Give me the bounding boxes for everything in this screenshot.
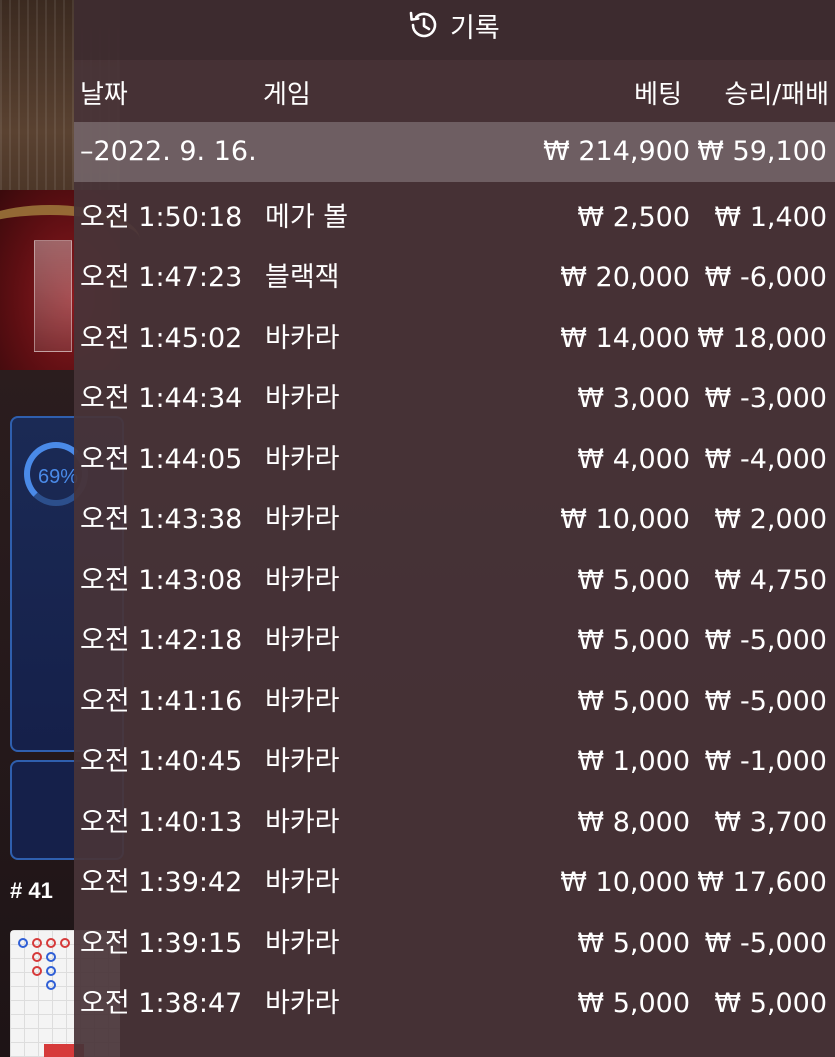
row-game: 바카라 xyxy=(265,928,340,959)
row-time: 오전 1:43:08 xyxy=(80,565,243,596)
row-bet: ₩ 20,000 xyxy=(560,262,690,293)
road-marker xyxy=(32,938,42,948)
row-game: 바카라 xyxy=(265,383,340,414)
column-header-game: 게임 xyxy=(263,80,311,110)
row-win-loss: ₩ 5,000 xyxy=(714,988,827,1019)
history-row[interactable]: 오전 1:44:05 바카라 ₩ 4,000 ₩ -4,000 xyxy=(74,430,835,490)
history-row[interactable]: 오전 1:39:15 바카라 ₩ 5,000 ₩ -5,000 xyxy=(74,914,835,974)
row-win-loss: ₩ -1,000 xyxy=(704,746,827,777)
row-time: 오전 1:47:23 xyxy=(80,262,243,293)
row-win-loss: ₩ -5,000 xyxy=(704,928,827,959)
row-game: 바카라 xyxy=(265,867,340,898)
row-bet: ₩ 2,500 xyxy=(577,202,690,233)
row-time: 오전 1:45:02 xyxy=(80,323,243,354)
history-row[interactable]: 오전 1:40:13 바카라 ₩ 8,000 ₩ 3,700 xyxy=(74,793,835,853)
card-shoe xyxy=(34,240,72,352)
row-bet: ₩ 4,000 xyxy=(577,444,690,475)
road-marker xyxy=(46,966,56,976)
column-header-date: 날짜 xyxy=(80,80,128,110)
column-header-win-loss: 승리/패배 xyxy=(724,80,829,110)
row-time: 오전 1:44:05 xyxy=(80,444,243,475)
history-title: 기록 xyxy=(406,8,500,44)
round-number: # 41 xyxy=(10,878,53,903)
history-row[interactable]: 오전 1:40:45 바카라 ₩ 1,000 ₩ -1,000 xyxy=(74,732,835,792)
row-win-loss: ₩ 1,400 xyxy=(714,202,827,233)
row-time: 오전 1:38:47 xyxy=(80,988,243,1019)
row-game: 바카라 xyxy=(265,625,340,656)
row-time: 오전 1:43:38 xyxy=(80,504,243,535)
row-bet: ₩ 8,000 xyxy=(577,807,690,838)
row-time: 오전 1:39:15 xyxy=(80,928,243,959)
row-win-loss: ₩ -3,000 xyxy=(704,383,827,414)
history-row[interactable]: 오전 1:43:38 바카라 ₩ 10,000 ₩ 2,000 xyxy=(74,490,835,550)
row-win-loss: ₩ -6,000 xyxy=(704,262,827,293)
row-game: 바카라 xyxy=(265,807,340,838)
road-marker xyxy=(60,938,70,948)
row-time: 오전 1:39:42 xyxy=(80,867,243,898)
row-game: 블랙잭 xyxy=(265,262,340,293)
row-bet: ₩ 5,000 xyxy=(577,686,690,717)
history-row[interactable]: 오전 1:42:18 바카라 ₩ 5,000 ₩ -5,000 xyxy=(74,611,835,671)
row-bet: ₩ 1,000 xyxy=(577,746,690,777)
row-bet: ₩ 3,000 xyxy=(577,383,690,414)
row-win-loss: ₩ -4,000 xyxy=(704,444,827,475)
row-bet: ₩ 5,000 xyxy=(577,565,690,596)
history-panel: 기록 날짜 게임 베팅 승리/패배 –2022. 9. 16. ₩ 214,90… xyxy=(74,0,835,1057)
history-header: 기록 xyxy=(74,0,835,60)
history-title-text: 기록 xyxy=(450,12,500,44)
road-marker xyxy=(46,952,56,962)
row-win-loss: ₩ 2,000 xyxy=(714,504,827,535)
row-game: 메가 볼 xyxy=(265,202,349,233)
history-row[interactable]: 오전 1:41:16 바카라 ₩ 5,000 ₩ -5,000 xyxy=(74,672,835,732)
history-row[interactable]: 오전 1:50:18 메가 볼 ₩ 2,500 ₩ 1,400 xyxy=(74,188,835,248)
row-bet: ₩ 10,000 xyxy=(560,504,690,535)
date-summary-row[interactable]: –2022. 9. 16. ₩ 214,900 ₩ 59,100 xyxy=(74,122,835,182)
row-time: 오전 1:41:16 xyxy=(80,686,243,717)
history-row[interactable]: 오전 1:39:42 바카라 ₩ 10,000 ₩ 17,600 xyxy=(74,853,835,913)
row-win-loss: ₩ 17,600 xyxy=(697,867,827,898)
road-marker xyxy=(46,980,56,990)
bet-percentage: 69% xyxy=(38,466,79,488)
row-time: 오전 1:40:13 xyxy=(80,807,243,838)
road-marker xyxy=(18,938,28,948)
road-marker xyxy=(32,966,42,976)
row-time: 오전 1:40:45 xyxy=(80,746,243,777)
row-time: 오전 1:44:34 xyxy=(80,383,243,414)
row-win-loss: ₩ -5,000 xyxy=(704,686,827,717)
column-header-bet: 베팅 xyxy=(634,80,682,110)
summary-bet-total: ₩ 214,900 xyxy=(543,136,690,167)
road-marker xyxy=(46,938,56,948)
history-row[interactable]: 오전 1:38:47 바카라 ₩ 5,000 ₩ 5,000 xyxy=(74,974,835,1034)
row-game: 바카라 xyxy=(265,988,340,1019)
row-game: 바카라 xyxy=(265,323,340,354)
summary-date: –2022. 9. 16. xyxy=(80,136,257,167)
row-bet: ₩ 5,000 xyxy=(577,625,690,656)
row-win-loss: ₩ 3,700 xyxy=(714,807,827,838)
row-bet: ₩ 14,000 xyxy=(560,323,690,354)
row-time: 오전 1:42:18 xyxy=(80,625,243,656)
history-row[interactable]: 오전 1:44:34 바카라 ₩ 3,000 ₩ -3,000 xyxy=(74,369,835,429)
history-row[interactable]: 오전 1:45:02 바카라 ₩ 14,000 ₩ 18,000 xyxy=(74,309,835,369)
row-game: 바카라 xyxy=(265,565,340,596)
row-win-loss: ₩ -5,000 xyxy=(704,625,827,656)
row-time: 오전 1:50:18 xyxy=(80,202,243,233)
row-game: 바카라 xyxy=(265,686,340,717)
road-marker xyxy=(32,952,42,962)
row-game: 바카라 xyxy=(265,444,340,475)
row-bet: ₩ 10,000 xyxy=(560,867,690,898)
summary-win-loss-total: ₩ 59,100 xyxy=(697,136,827,167)
history-icon xyxy=(409,11,437,38)
row-bet: ₩ 5,000 xyxy=(577,928,690,959)
history-row[interactable]: 오전 1:47:23 블랙잭 ₩ 20,000 ₩ -6,000 xyxy=(74,248,835,308)
row-game: 바카라 xyxy=(265,746,340,777)
row-game: 바카라 xyxy=(265,504,340,535)
row-bet: ₩ 5,000 xyxy=(577,988,690,1019)
history-row[interactable]: 오전 1:43:08 바카라 ₩ 5,000 ₩ 4,750 xyxy=(74,551,835,611)
row-win-loss: ₩ 18,000 xyxy=(697,323,827,354)
row-win-loss: ₩ 4,750 xyxy=(714,565,827,596)
